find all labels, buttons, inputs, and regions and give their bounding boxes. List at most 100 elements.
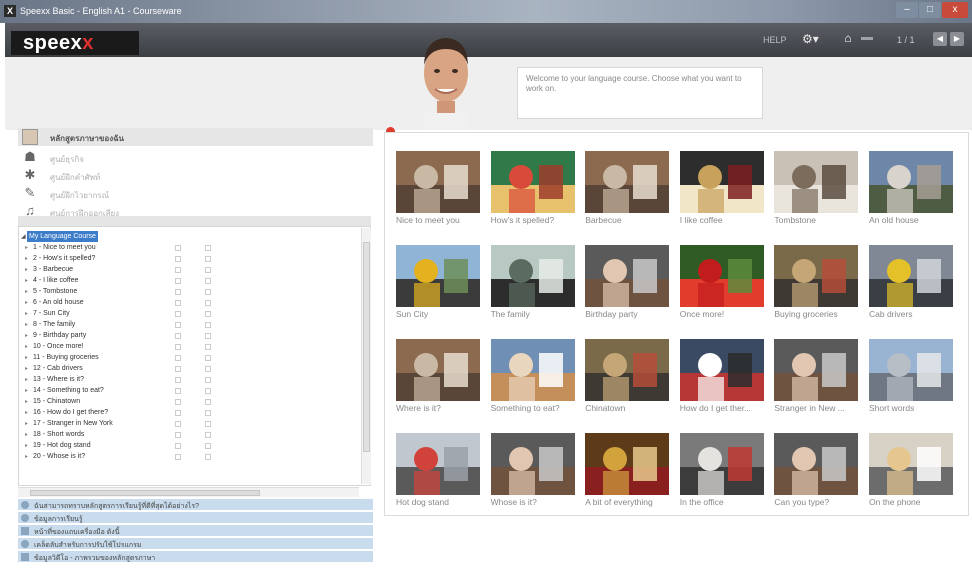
settings-gear-icon[interactable]: ⚙▾	[802, 32, 819, 46]
tree-lesson-row[interactable]: ▸ 4 - I like coffee	[25, 276, 365, 286]
lesson-thumbnail[interactable]	[490, 245, 575, 307]
lesson-tile[interactable]: Barbecue	[585, 151, 670, 231]
lesson-tile[interactable]: Chinatown	[585, 339, 670, 419]
lesson-thumbnail[interactable]	[679, 433, 764, 495]
help-link[interactable]: HELP	[763, 35, 787, 45]
lesson-thumbnail[interactable]	[869, 151, 953, 213]
expand-triangle-icon[interactable]: ▸	[25, 376, 28, 383]
tree-lesson-row[interactable]: ▸ 3 - Barbecue	[25, 265, 365, 275]
close-button[interactable]: x	[942, 2, 968, 18]
lesson-thumbnail[interactable]	[585, 245, 670, 307]
tree-lesson-row[interactable]: ▸ 2 - How's it spelled?	[25, 254, 365, 264]
expand-triangle-icon[interactable]: ▸	[25, 387, 28, 394]
lesson-thumbnail[interactable]	[396, 433, 480, 495]
prev-arrow-icon[interactable]: ◀	[933, 32, 947, 46]
lesson-tile[interactable]: Nice to meet you	[396, 151, 480, 231]
lesson-tile[interactable]: Can you type?	[774, 433, 859, 513]
lesson-thumbnail[interactable]	[396, 339, 480, 401]
lesson-tile[interactable]: Once more!	[679, 245, 764, 325]
lesson-tile[interactable]: Cab drivers	[869, 245, 953, 325]
lesson-tile[interactable]: In the office	[679, 433, 764, 513]
collapse-triangle-icon[interactable]: ◢	[21, 233, 26, 240]
expand-triangle-icon[interactable]: ▸	[25, 398, 28, 405]
lesson-tile[interactable]: How do I get ther...	[679, 339, 764, 419]
lesson-thumbnail[interactable]	[774, 151, 859, 213]
expand-triangle-icon[interactable]: ▸	[25, 299, 28, 306]
help-link-best-course[interactable]: ฉันสามารถทราบหลักสูตรการเรียนรู้ที่ดีที่…	[18, 499, 373, 511]
expand-triangle-icon[interactable]: ▸	[25, 365, 28, 372]
lesson-thumbnail[interactable]	[679, 339, 764, 401]
tree-lesson-row[interactable]: ▸ 14 - Something to eat?	[25, 386, 365, 396]
lesson-thumbnail[interactable]	[490, 151, 575, 213]
lesson-thumbnail[interactable]	[679, 151, 764, 213]
tree-lesson-row[interactable]: ▸ 6 - An old house	[25, 298, 365, 308]
lesson-tile[interactable]: Where is it?	[396, 339, 480, 419]
lesson-thumbnail[interactable]	[869, 433, 953, 495]
expand-triangle-icon[interactable]: ▸	[25, 310, 28, 317]
lesson-thumbnail[interactable]	[396, 151, 480, 213]
tree-lesson-row[interactable]: ▸ 20 - Whose is it?	[25, 452, 365, 462]
menu-vocabulary-center[interactable]: ✱ ศูนย์ฝึกคำศัพท์	[18, 166, 218, 184]
help-link-toolbar[interactable]: หน้าที่ของแถบเครื่องมือ ดังนี้	[18, 525, 373, 537]
tree-horizontal-scrollbar[interactable]	[18, 487, 359, 497]
tree-lesson-row[interactable]: ▸ 10 - Once more!	[25, 342, 365, 352]
tree-lesson-row[interactable]: ▸ 17 - Stranger in New York	[25, 419, 365, 429]
next-arrow-icon[interactable]: ▶	[950, 32, 964, 46]
lesson-tile[interactable]: Something to eat?	[490, 339, 575, 419]
tree-vertical-scrollbar[interactable]	[361, 228, 371, 484]
expand-triangle-icon[interactable]: ▸	[25, 343, 28, 350]
lesson-tile[interactable]: Tombstone	[774, 151, 859, 231]
maximize-button[interactable]: □	[919, 2, 941, 18]
lesson-tile[interactable]: I like coffee	[679, 151, 764, 231]
lesson-tile[interactable]: Sun City	[396, 245, 480, 325]
menu-business-center[interactable]: ☗ ศูนย์ธุรกิจ	[18, 148, 218, 166]
minimize-button[interactable]: –	[896, 2, 918, 18]
lesson-thumbnail[interactable]	[774, 339, 859, 401]
lesson-tile[interactable]: An old house	[869, 151, 953, 231]
tree-lesson-row[interactable]: ▸ 19 - Hot dog stand	[25, 441, 365, 451]
tree-lesson-row[interactable]: ▸ 16 - How do I get there?	[25, 408, 365, 418]
lesson-thumbnail[interactable]	[679, 245, 764, 307]
expand-triangle-icon[interactable]: ▸	[25, 332, 28, 339]
lesson-tile[interactable]: A bit of everything	[585, 433, 670, 513]
scroll-thumb[interactable]	[363, 242, 370, 452]
lesson-tile[interactable]: Hot dog stand	[396, 433, 480, 513]
lesson-tile[interactable]: Buying groceries	[774, 245, 859, 325]
lesson-tile[interactable]: Short words	[869, 339, 953, 419]
lesson-thumbnail[interactable]	[869, 245, 953, 307]
expand-triangle-icon[interactable]: ▸	[25, 277, 28, 284]
tree-lesson-row[interactable]: ▸ 5 - Tombstone	[25, 287, 365, 297]
expand-triangle-icon[interactable]: ▸	[25, 244, 28, 251]
expand-triangle-icon[interactable]: ▸	[25, 442, 28, 449]
lesson-thumbnail[interactable]	[585, 339, 670, 401]
expand-triangle-icon[interactable]: ▸	[25, 321, 28, 328]
expand-triangle-icon[interactable]: ▸	[25, 266, 28, 273]
menu-grammar-center[interactable]: ✎ ศูนย์ฝึกไวยากรณ์	[18, 184, 218, 202]
expand-triangle-icon[interactable]: ▸	[25, 420, 28, 427]
expand-triangle-icon[interactable]: ▸	[25, 354, 28, 361]
home-icon[interactable]: ⌂	[839, 31, 857, 47]
tree-lesson-row[interactable]: ▸ 1 - Nice to meet you	[25, 243, 365, 253]
help-link-learning-info[interactable]: ข้อมูลการเรียนรู้	[18, 512, 373, 524]
expand-triangle-icon[interactable]: ▸	[25, 255, 28, 262]
expand-triangle-icon[interactable]: ▸	[25, 453, 28, 460]
course-tree[interactable]: ◢ My Language Course ▸ 1 - Nice to meet y…	[18, 226, 371, 486]
expand-triangle-icon[interactable]: ▸	[25, 288, 28, 295]
help-link-video[interactable]: ข้อมูลวิดีโอ - ภาพรวมของหลักสูตรภาษา	[18, 551, 373, 563]
tree-lesson-row[interactable]: ▸ 9 - Birthday party	[25, 331, 365, 341]
tree-lesson-row[interactable]: ▸ 12 - Cab drivers	[25, 364, 365, 374]
tree-lesson-row[interactable]: ▸ 18 - Short words	[25, 430, 365, 440]
lesson-thumbnail[interactable]	[774, 245, 859, 307]
lesson-tile[interactable]: Birthday party	[585, 245, 670, 325]
lesson-tile[interactable]: On the phone	[869, 433, 953, 513]
tree-lesson-row[interactable]: ▸ 13 - Where is it?	[25, 375, 365, 385]
help-link-tips[interactable]: เคล็ดลับสำหรับการปรับใช้โปรแกรม	[18, 538, 373, 550]
lesson-thumbnail[interactable]	[869, 339, 953, 401]
lesson-tile[interactable]: The family	[490, 245, 575, 325]
lesson-thumbnail[interactable]	[490, 433, 575, 495]
expand-triangle-icon[interactable]: ▸	[25, 409, 28, 416]
lesson-thumbnail[interactable]	[774, 433, 859, 495]
lesson-thumbnail[interactable]	[585, 151, 670, 213]
lesson-tile[interactable]: Stranger in New ...	[774, 339, 859, 419]
scroll-thumb[interactable]	[30, 490, 260, 496]
